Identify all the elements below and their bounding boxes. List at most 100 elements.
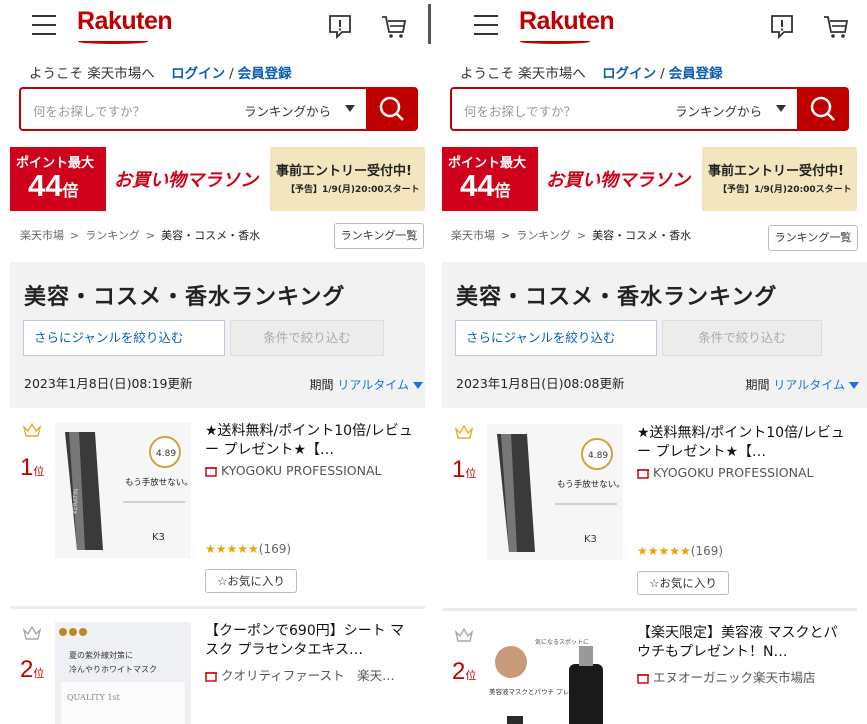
banner-schedule-text: 【予告】1/9(月)20:00スタート bbox=[718, 185, 852, 195]
product-title[interactable]: ★送料無料/ポイント10倍/レビュー プレゼント★【… bbox=[637, 424, 849, 462]
header: Rakuten bbox=[442, 0, 867, 52]
chevron-down-icon[interactable] bbox=[849, 382, 859, 389]
favorite-button[interactable]: ☆お気に入り bbox=[637, 571, 729, 595]
rank-number-value: 1 bbox=[452, 456, 466, 483]
ranking-list-button[interactable]: ランキング一覧 bbox=[768, 225, 858, 251]
breadcrumb: 楽天市場 > ランキング > 美容・コスメ・香水 bbox=[20, 227, 260, 243]
shop-name-text[interactable]: エヌオーガニック楽天市場店 bbox=[653, 670, 816, 685]
period-value[interactable]: リアルタイム bbox=[337, 378, 409, 392]
search-button[interactable] bbox=[366, 87, 418, 131]
shop-name-text[interactable]: KYOGOKU PROFESSIONAL bbox=[221, 463, 381, 478]
narrow-condition-button[interactable]: 条件で絞り込む bbox=[230, 320, 384, 356]
marathon-banner[interactable]: ポイント最大 44倍 お買い物マラソン 事前エントリー受付中! 【予告】1/9(… bbox=[442, 147, 857, 211]
svg-text:KERATIN: KERATIN bbox=[72, 489, 80, 514]
chevron-down-icon[interactable] bbox=[776, 105, 786, 112]
shop-name-text[interactable]: KYOGOKU PROFESSIONAL bbox=[653, 465, 813, 480]
product-image[interactable]: 4.89 もう手放せない。 K3 bbox=[487, 424, 623, 560]
breadcrumb-item[interactable]: 楽天市場 bbox=[20, 229, 64, 242]
login-separator: / bbox=[229, 66, 234, 82]
favorite-label: お気に入り bbox=[659, 576, 717, 590]
shop-name-text[interactable]: クオリティファースト 楽天… bbox=[221, 668, 395, 683]
banner-entry-block: 事前エントリー受付中! 【予告】1/9(月)20:00スタート bbox=[702, 147, 857, 211]
search-button[interactable] bbox=[797, 87, 849, 131]
chevron-down-icon[interactable] bbox=[345, 105, 355, 112]
login-link[interactable]: ログイン bbox=[171, 66, 225, 82]
banner-points-block: ポイント最大 44倍 bbox=[442, 147, 538, 211]
favorite-button[interactable]: ☆お気に入り bbox=[205, 569, 297, 593]
rakuten-logo[interactable]: Rakuten bbox=[519, 7, 615, 36]
rank-number-value: 1 bbox=[20, 454, 34, 481]
breadcrumb-item[interactable]: ランキング bbox=[516, 229, 571, 242]
thumb-brand: QUALITY 1st bbox=[67, 693, 121, 702]
breadcrumb-current: 美容・コスメ・香水 bbox=[592, 229, 692, 242]
search-icon bbox=[379, 96, 404, 121]
ranking-item[interactable]: 2位 気になるスポットに 美容液マスクとパウチ プレゼント 【楽天限定】美容液 … bbox=[442, 620, 857, 724]
notice-icon[interactable] bbox=[768, 12, 796, 40]
review-count[interactable]: (169) bbox=[259, 542, 291, 556]
stars-icon: ★★★★★ bbox=[205, 542, 259, 556]
ranking-list-button[interactable]: ランキング一覧 bbox=[334, 223, 424, 249]
product-title[interactable]: 【楽天限定】美容液 マスクとパウチもプレゼント！N… bbox=[637, 624, 849, 662]
ranking-item[interactable]: 1位 KERATIN 4.89 もう手放せない。 K3 ★送料無料/ポイント10… bbox=[10, 418, 425, 608]
banner-points-unit: 倍 bbox=[62, 183, 79, 200]
period-value[interactable]: リアルタイム bbox=[773, 378, 845, 392]
banner-points-value: 44倍 bbox=[28, 168, 79, 204]
shop-name[interactable]: KYOGOKU PROFESSIONAL bbox=[637, 465, 852, 480]
narrow-genre-button[interactable]: さらにジャンルを絞り込む bbox=[455, 320, 657, 356]
welcome-line: ようこそ 楽天市場へ ログイン / 会員登録 bbox=[29, 62, 292, 82]
banner-points-number: 44 bbox=[28, 168, 63, 203]
search-scope-select[interactable]: ランキングから bbox=[244, 101, 331, 120]
narrow-condition-button[interactable]: 条件で絞り込む bbox=[662, 320, 822, 356]
ranking-item[interactable]: 1位 4.89 もう手放せない。 K3 ★送料無料/ポイント10倍/レビュー プ… bbox=[442, 420, 857, 610]
product-title[interactable]: ★送料無料/ポイント10倍/レビュー プレゼント★【… bbox=[205, 422, 417, 460]
shop-icon bbox=[637, 674, 649, 684]
svg-text:冷んやりホワイトマスク: 冷んやりホワイトマスク bbox=[69, 664, 157, 674]
sheet-mask-image: 夏の紫外線対策に 冷んやりホワイトマスク QUALITY 1st bbox=[55, 622, 191, 724]
header: Rakuten bbox=[0, 0, 425, 52]
banner-entry-text: 事前エントリー受付中! bbox=[276, 164, 412, 179]
rakuten-logo[interactable]: Rakuten bbox=[77, 7, 173, 36]
updated-timestamp: 2023年1月8日(日)08:08更新 bbox=[456, 376, 625, 391]
genre-header: 美容・コスメ・香水ランキング さらにジャンルを絞り込む 条件で絞り込む 2023… bbox=[442, 262, 867, 408]
search-input[interactable]: 何をお探しですか？ bbox=[33, 101, 145, 120]
rank-number: 2位 bbox=[452, 658, 476, 686]
updated-timestamp: 2023年1月8日(日)08:19更新 bbox=[24, 376, 193, 391]
stars-icon: ★★★★★ bbox=[637, 544, 691, 558]
chevron-down-icon[interactable] bbox=[413, 382, 423, 389]
narrow-genre-button[interactable]: さらにジャンルを絞り込む bbox=[23, 320, 225, 356]
login-link[interactable]: ログイン bbox=[602, 66, 656, 82]
breadcrumb-current: 美容・コスメ・香水 bbox=[161, 229, 261, 242]
product-title[interactable]: 【クーポンで690円】シート マスク プラセンタエキス… bbox=[205, 622, 417, 660]
period-selector[interactable]: 期間 リアルタイム bbox=[746, 376, 859, 393]
period-label: 期間 bbox=[745, 378, 770, 392]
search-scope-select[interactable]: ランキングから bbox=[675, 101, 762, 120]
product-image[interactable]: KERATIN 4.89 もう手放せない。 K3 bbox=[55, 422, 191, 558]
register-link[interactable]: 会員登録 bbox=[669, 66, 723, 82]
breadcrumb-item[interactable]: ランキング bbox=[85, 229, 140, 242]
cart-icon[interactable] bbox=[380, 12, 408, 40]
register-link[interactable]: 会員登録 bbox=[238, 66, 292, 82]
ranking-item[interactable]: 2位 夏の紫外線対策に 冷んやりホワイトマスク QUALITY 1st 【クーポ… bbox=[10, 618, 425, 724]
notice-icon[interactable] bbox=[326, 12, 354, 40]
cart-icon[interactable] bbox=[822, 12, 850, 40]
hamburger-menu-icon[interactable] bbox=[474, 15, 498, 35]
rank-number-value: 2 bbox=[20, 656, 34, 683]
hamburger-menu-icon[interactable] bbox=[32, 15, 56, 35]
product-image[interactable]: 夏の紫外線対策に 冷んやりホワイトマスク QUALITY 1st bbox=[55, 622, 191, 724]
review-count[interactable]: (169) bbox=[691, 544, 723, 558]
product-image[interactable]: 気になるスポットに 美容液マスクとパウチ プレゼント bbox=[487, 624, 623, 724]
breadcrumb-item[interactable]: 楽天市場 bbox=[451, 229, 495, 242]
search-input[interactable]: 何をお探しですか？ bbox=[464, 101, 576, 120]
search-bar: 何をお探しですか？ ランキングから bbox=[450, 87, 849, 131]
breadcrumb-separator: > bbox=[70, 229, 80, 242]
rank-number: 2位 bbox=[20, 656, 44, 684]
banner-schedule-text: 【予告】1/9(月)20:00スタート bbox=[286, 185, 420, 195]
marathon-banner[interactable]: ポイント最大 44倍 お買い物マラソン 事前エントリー受付中! 【予告】1/9(… bbox=[10, 147, 425, 211]
shop-name[interactable]: クオリティファースト 楽天… bbox=[205, 665, 420, 684]
logo-underline bbox=[520, 39, 590, 44]
shop-name[interactable]: KYOGOKU PROFESSIONAL bbox=[205, 463, 420, 478]
breadcrumb-separator: > bbox=[501, 229, 511, 242]
shop-name[interactable]: エヌオーガニック楽天市場店 bbox=[637, 667, 852, 686]
period-selector[interactable]: 期間 リアルタイム bbox=[310, 376, 423, 393]
logo-underline bbox=[78, 39, 148, 44]
